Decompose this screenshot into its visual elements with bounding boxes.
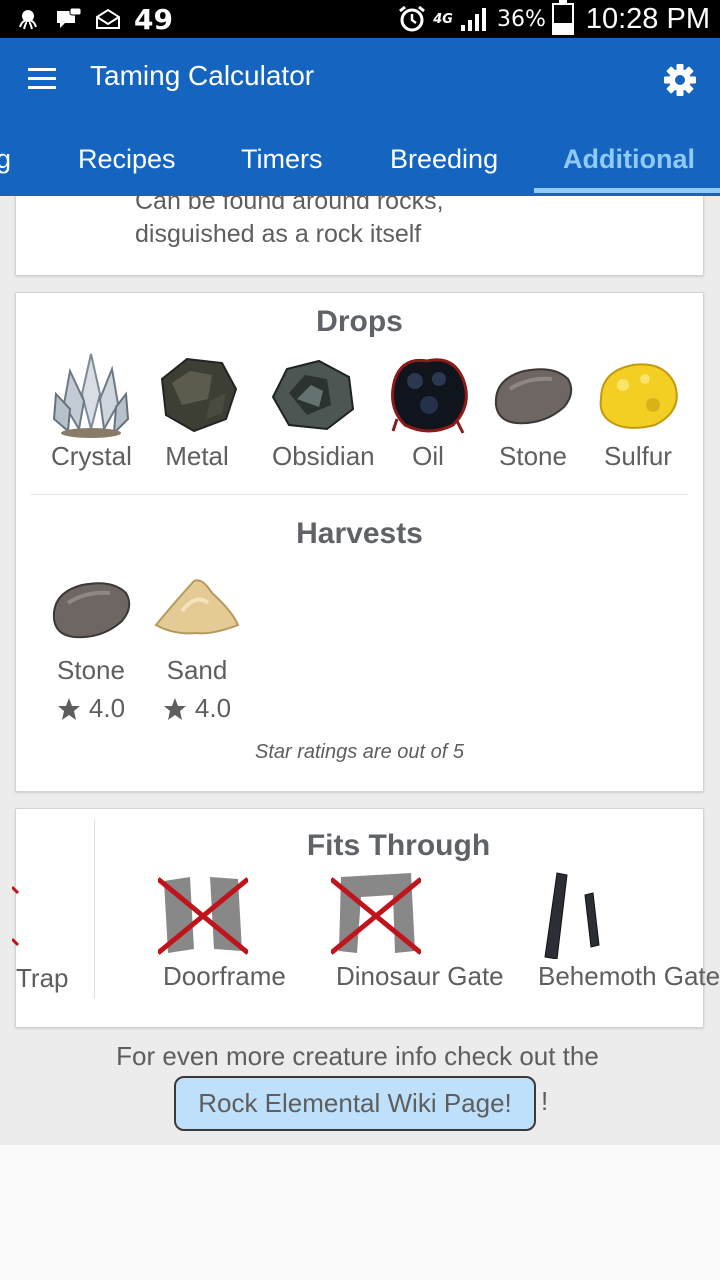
- behemoth-gate-icon: [544, 872, 600, 959]
- footer-suffix: !: [541, 1086, 549, 1116]
- tab-taming[interactable]: g: [0, 144, 11, 175]
- harvest-label: Stone: [57, 655, 125, 685]
- fits-through-card[interactable]: Fits Through Trap Doorframe Dinosaur Gat…: [12, 808, 720, 1028]
- section-divider: [31, 494, 688, 495]
- harvest-rating-value: 4.0: [88, 693, 126, 723]
- battery-icon: [551, 0, 574, 35]
- mail-icon: [96, 8, 120, 29]
- sulfur-icon: [599, 363, 678, 429]
- battery-percent: 36%: [496, 6, 546, 32]
- tab-timers[interactable]: Timers: [241, 144, 323, 175]
- network-type: 4G: [433, 11, 453, 27]
- drop-label: Stone: [499, 441, 567, 471]
- dinosaur-gate-icon: [331, 873, 421, 955]
- drops-harvests-card: Drops Crystal Metal Obsidian Oil Stone S…: [15, 292, 704, 792]
- harvest-rating: 4.0: [157, 693, 237, 724]
- tab-recipes[interactable]: Recipes: [78, 144, 176, 175]
- hamburger-menu-icon[interactable]: [28, 68, 56, 90]
- chat-icon: [57, 7, 82, 28]
- trap-icon: [12, 885, 20, 947]
- drop-label: Obsidian: [272, 441, 375, 471]
- notification-count: 49: [134, 2, 173, 36]
- star-icon: [57, 697, 80, 720]
- description-line-2: disguished as a rock itself: [135, 220, 422, 248]
- fits-divider: [94, 819, 95, 999]
- signal-strength-icon: [460, 8, 486, 31]
- wiki-link-button[interactable]: Rock Elemental Wiki Page!: [174, 1076, 536, 1131]
- drop-label: Oil: [412, 441, 444, 471]
- harvest-rating-value: 4.0: [194, 693, 232, 723]
- doorframe-icon: [158, 877, 248, 955]
- status-notifications: 49: [14, 0, 173, 38]
- crystal-icon: [52, 353, 130, 438]
- tab-breeding[interactable]: Breeding: [390, 144, 498, 175]
- status-time: 10:28 PM: [585, 2, 710, 35]
- oil-icon: [391, 358, 468, 434]
- description-card: Can be found around rocks, disguished as…: [15, 196, 704, 276]
- harvests-title: Harvests: [296, 517, 423, 550]
- app-title: Taming Calculator: [90, 60, 315, 91]
- status-bar: 49 4G 36% 10:28 PM: [0, 0, 720, 38]
- sand-icon: [154, 579, 240, 635]
- harvest-rating: 4.0: [51, 693, 131, 724]
- obsidian-icon: [271, 359, 355, 431]
- star-icon: [163, 697, 186, 720]
- tab-indicator: [534, 188, 720, 193]
- content-scroll[interactable]: Can be found around rocks, disguished as…: [0, 196, 720, 1145]
- alarm-clock-icon: [399, 5, 426, 32]
- harvest-label: Sand: [166, 655, 228, 685]
- footer-text: For even more creature info check out th…: [116, 1041, 599, 1071]
- fits-label: Dinosaur Gate: [336, 961, 504, 991]
- drop-label: Crystal: [51, 441, 132, 471]
- trap-label: Trap: [16, 963, 69, 993]
- description-line-1: Can be found around rocks,: [135, 196, 444, 215]
- star-rating-note: Star ratings are out of 5: [254, 741, 464, 763]
- tab-bar: g Recipes Timers Breeding Additional: [0, 124, 720, 196]
- gear-icon[interactable]: [662, 62, 698, 98]
- status-system: 4G 36% 10:28 PM: [397, 0, 710, 38]
- stone-icon: [52, 582, 131, 639]
- drop-label: Metal: [165, 441, 229, 471]
- description-text: Can be found around rocks, disguished as…: [135, 196, 444, 251]
- octopus-icon: [19, 10, 37, 30]
- metal-ore-icon: [160, 357, 238, 433]
- fits-through-title: Fits Through: [306, 829, 491, 862]
- fits-label: Behemoth Gate: [538, 961, 720, 991]
- stone-icon: [494, 368, 573, 425]
- app-bar: Taming Calculator: [0, 38, 720, 124]
- drop-label: Sulfur: [604, 441, 672, 471]
- tab-additional[interactable]: Additional: [563, 144, 695, 175]
- empty-area: [0, 1145, 720, 1280]
- fits-label: Doorframe: [163, 961, 286, 991]
- drops-title: Drops: [316, 305, 403, 338]
